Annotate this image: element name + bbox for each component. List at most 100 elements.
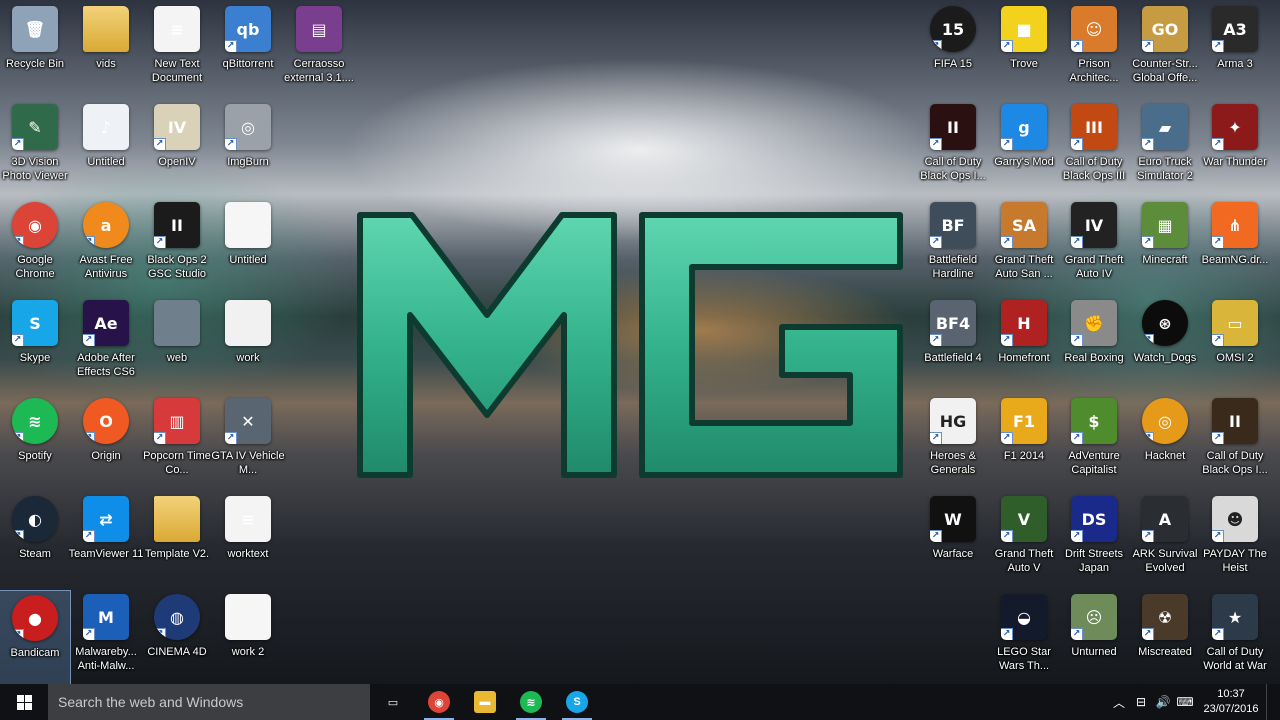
taskbar-skype-button[interactable]: S [554, 684, 600, 720]
icon-glyph: II [1229, 411, 1241, 431]
desktop-icon[interactable]: g Garry's Mod [988, 100, 1060, 196]
desktop-icon[interactable]: F1 F1 2014 [988, 394, 1060, 490]
desktop-icon[interactable]: Ae Adobe After Effects CS6 [70, 296, 142, 392]
desktop-icon[interactable]: web [141, 296, 213, 392]
desktop-icon[interactable]: ◐ Steam [0, 492, 71, 588]
desktop-icon[interactable]: IV OpenIV [141, 100, 213, 196]
f1-2014-icon: F1 [1001, 398, 1047, 444]
desktop-icon[interactable]: ≋ Spotify [0, 394, 71, 490]
desktop-icon[interactable]: ◎ ImgBurn [212, 100, 284, 196]
desktop-icon[interactable]: II Call of Duty Black Ops I... [917, 100, 989, 196]
desktop-icon[interactable]: H Homefront [988, 296, 1060, 392]
icon-glyph: V [1017, 509, 1031, 529]
start-button[interactable] [0, 684, 48, 720]
desktop-icon[interactable]: BF Battlefield Hardline [917, 198, 989, 294]
desktop-icon[interactable]: ■ Trove [988, 2, 1060, 98]
desktop-icon[interactable]: 🗑 Recycle Bin [0, 2, 71, 98]
desktop-icon[interactable]: ▥ Popcorn Time Co... [141, 394, 213, 490]
desktop-icon[interactable]: ⋔ BeamNG.dr... [1199, 198, 1271, 294]
desktop-icon[interactable]: ✎ 3D Vision Photo Viewer [0, 100, 71, 196]
desktop-icon[interactable]: M Malwareby... Anti-Malw... [70, 590, 142, 686]
volume-icon[interactable]: 🔊 [1152, 684, 1174, 720]
desktop-icon[interactable]: ✕ GTA IV Vehicle M... [211, 394, 285, 490]
desktop-icon[interactable]: ☢ Miscreated [1129, 590, 1201, 686]
desktop-icon[interactable]: III Call of Duty Black Ops III [1058, 100, 1130, 196]
network-icon[interactable]: ⊟ [1130, 684, 1152, 720]
desktop-icon[interactable]: ◒ LEGO Star Wars Th... [988, 590, 1060, 686]
desktop-icon[interactable]: O Origin [70, 394, 142, 490]
desktop-icon[interactable]: ▭ OMSI 2 [1199, 296, 1271, 392]
search-input[interactable]: Search the web and Windows [48, 684, 370, 720]
icon-glyph: ▤ [311, 19, 327, 39]
show-desktop-button[interactable] [1266, 684, 1280, 720]
shortcut-arrow-icon [83, 628, 95, 640]
desktop-icon[interactable]: ▤ Cerraosso external 3.1.... [283, 2, 355, 98]
desktop-icon[interactable]: ▰ Euro Truck Simulator 2 [1129, 100, 1201, 196]
gta-v-icon: V [1001, 496, 1047, 542]
desktop-icon[interactable]: ♪ Untitled [70, 100, 142, 196]
desktop-icon[interactable]: ☹ Unturned [1058, 590, 1130, 686]
desktop-icon[interactable]: 15 FIFA 15 [917, 2, 989, 98]
bandicam-icon: ● [12, 595, 58, 641]
icon-glyph: ◎ [241, 117, 255, 137]
desktop-icon[interactable]: BF4 Battlefield 4 [917, 296, 989, 392]
chevron-up-icon[interactable]: ︿ [1108, 684, 1130, 720]
desktop-icon[interactable]: ☺ Prison Architec... [1058, 2, 1130, 98]
taskbar-task-view-button[interactable]: ▭ [370, 684, 416, 720]
taskbar-chrome-button[interactable]: ◉ [416, 684, 462, 720]
desktop-icon[interactable]: A ARK Survival Evolved [1129, 492, 1201, 588]
desktop-icon[interactable]: ⇄ TeamViewer 11 [69, 492, 143, 588]
icon-glyph: HG [939, 411, 967, 431]
desktop-icon[interactable]: vids [70, 2, 142, 98]
shortcut-arrow-icon [1071, 334, 1083, 346]
desktop-icon-label: qBittorrent [222, 58, 274, 70]
desktop-icon[interactable]: II Black Ops 2 GSC Studio [141, 198, 213, 294]
desktop-icon[interactable]: work 2 [212, 590, 284, 686]
desktop-icon[interactable]: ⊛ Watch_Dogs [1129, 296, 1201, 392]
text-document-icon: ≡ [154, 6, 200, 52]
desktop-icon[interactable]: SA Grand Theft Auto San ... [988, 198, 1060, 294]
desktop-icon-label: Drift Streets Japan [1064, 548, 1124, 574]
desktop-icon[interactable]: ◉ Google Chrome [0, 198, 71, 294]
keyboard-icon[interactable]: ⌨ [1174, 684, 1196, 720]
black-ops-icon: II [930, 104, 976, 150]
desktop-icon[interactable]: ● Bandicam [0, 590, 71, 686]
cinema-4d-icon: ◍ [154, 594, 200, 640]
desktop-icon[interactable]: HG Heroes & Generals [917, 394, 989, 490]
desktop-icon[interactable]: Template V2. [141, 492, 213, 588]
desktop-icon[interactable]: work [212, 296, 284, 392]
icon-glyph: ◐ [28, 509, 42, 529]
desktop-icon[interactable]: II Call of Duty Black Ops I... [1199, 394, 1271, 490]
desktop-icon[interactable]: Untitled [212, 198, 284, 294]
desktop-icon[interactable]: $ AdVenture Capitalist [1058, 394, 1130, 490]
desktop-icon[interactable]: IV Grand Theft Auto IV [1058, 198, 1130, 294]
desktop-icon[interactable]: a Avast Free Antivirus [70, 198, 142, 294]
desktop-icon[interactable]: ◎ Hacknet [1129, 394, 1201, 490]
taskbar-file-explorer-button[interactable]: ▬ [462, 684, 508, 720]
desktop-icon-label: BeamNG.dr... [1201, 254, 1269, 266]
desktop-icon[interactable]: ✦ War Thunder [1199, 100, 1271, 196]
desktop-icon[interactable]: ◍ CINEMA 4D [141, 590, 213, 686]
desktop-icon[interactable]: ✊ Real Boxing [1058, 296, 1130, 392]
shortcut-arrow-icon [1071, 138, 1083, 150]
icon-glyph: H [1017, 313, 1031, 333]
desktop-icon[interactable]: V Grand Theft Auto V [988, 492, 1060, 588]
desktop-icon[interactable]: ★ Call of Duty World at War [1199, 590, 1271, 686]
desktop-icon[interactable]: qb qBittorrent [212, 2, 284, 98]
icon-glyph: ✊ [1084, 313, 1104, 333]
icon-glyph: ⋔ [1228, 215, 1242, 235]
clock[interactable]: 10:37 23/07/2016 [1196, 687, 1266, 717]
desktop-icon[interactable]: A3 Arma 3 [1199, 2, 1271, 98]
ark-icon: A [1142, 496, 1188, 542]
desktop-icon[interactable]: W Warface [917, 492, 989, 588]
desktop-icon[interactable]: ☻ PAYDAY The Heist [1199, 492, 1271, 588]
desktop-icon[interactable]: ≡ worktext [212, 492, 284, 588]
desktop-icon[interactable]: ▦ Minecraft [1129, 198, 1201, 294]
icon-glyph: ▥ [169, 411, 185, 431]
desktop-icon[interactable]: GO Counter-Str... Global Offe... [1129, 2, 1201, 98]
desktop[interactable]: MG 🗑Recycle Binvids≡New Text Documentqbq… [0, 0, 1280, 686]
desktop-icon[interactable]: DS Drift Streets Japan [1058, 492, 1130, 588]
desktop-icon[interactable]: S Skype [0, 296, 71, 392]
taskbar-spotify-button[interactable]: ≋ [508, 684, 554, 720]
desktop-icon[interactable]: ≡ New Text Document [141, 2, 213, 98]
